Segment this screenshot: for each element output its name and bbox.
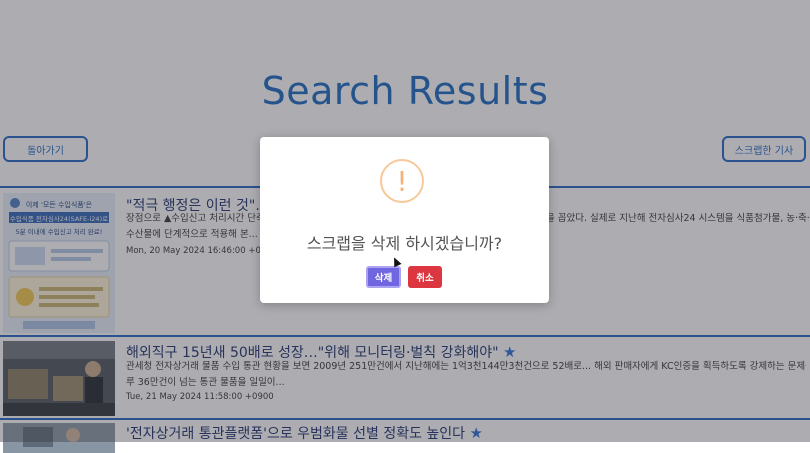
dialog-message: 스크랩을 삭제 하시겠습니까? (306, 234, 503, 253)
confirm-delete-button[interactable]: 삭제 (366, 266, 401, 288)
cancel-button[interactable]: 취소 (408, 266, 442, 288)
warning-icon: ! (380, 159, 424, 203)
confirm-delete-dialog: ! 스크랩을 삭제 하시겠습니까? 삭제 취소 (260, 137, 549, 303)
